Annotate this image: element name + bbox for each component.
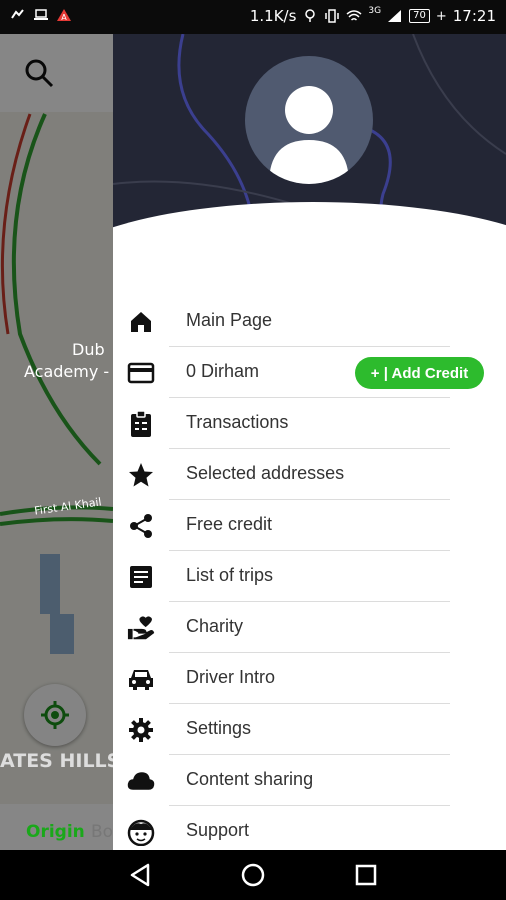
- charging-icon: +: [435, 8, 447, 24]
- menu-item-selected-addresses[interactable]: Selected addresses: [113, 449, 506, 500]
- star-icon: [127, 461, 155, 489]
- menu-item-transactions[interactable]: Transactions: [113, 398, 506, 449]
- menu-item-label: Free credit: [186, 514, 273, 534]
- gear-icon: [127, 716, 155, 744]
- laptop-icon: [34, 9, 48, 20]
- menu-item-main-page[interactable]: Main Page: [113, 296, 506, 347]
- drawer-header: amiir: [113, 34, 506, 266]
- menu-item-label: Charity: [186, 616, 244, 636]
- menu-item-label: Settings: [186, 718, 252, 738]
- system-nav-bar: [0, 850, 506, 900]
- drawer-menu: Main Page 0 Dirham + | Add Credit Transa…: [113, 296, 506, 850]
- battery-indicator: 70: [409, 9, 430, 23]
- menu-item-label: Content sharing: [186, 769, 314, 789]
- search-icon[interactable]: [22, 56, 56, 90]
- recents-icon[interactable]: [353, 862, 379, 888]
- menu-item-free-credit[interactable]: Free credit: [113, 500, 506, 551]
- destination-tab[interactable]: Bo: [91, 822, 113, 842]
- map-label: Academy -: [24, 362, 110, 381]
- menu-item-content-sharing[interactable]: Content sharing: [113, 755, 506, 806]
- menu-item-label: Selected addresses: [186, 463, 345, 483]
- signal-icon: [388, 10, 402, 22]
- home-button-icon[interactable]: [240, 862, 266, 888]
- svg-text:A: A: [61, 13, 67, 22]
- crosshair-icon: [41, 701, 69, 729]
- add-credit-button[interactable]: + | Add Credit: [355, 357, 484, 389]
- avatar[interactable]: [245, 56, 373, 184]
- wifi-icon: [346, 10, 362, 21]
- network-type: 3G: [368, 6, 382, 16]
- navigation-drawer: amiir Main Page 0 Dirham + | Add Credit …: [113, 34, 506, 850]
- menu-item-charity[interactable]: Charity: [113, 602, 506, 653]
- menu-item-driver-intro[interactable]: Driver Intro: [113, 653, 506, 704]
- usb-icon: [11, 9, 24, 19]
- network-speed: 1.1K/s: [249, 7, 297, 25]
- map-label: ATES HILLS: [0, 750, 121, 772]
- cloud-icon: [127, 767, 155, 795]
- credit-card-icon: [127, 359, 155, 387]
- clock: 17:21: [452, 7, 496, 25]
- menu-item-label: Support: [186, 820, 250, 840]
- menu-item-settings[interactable]: Settings: [113, 704, 506, 755]
- location-icon: [305, 9, 316, 22]
- menu-item-list-of-trips[interactable]: List of trips: [113, 551, 506, 602]
- map-label: Dub: [72, 340, 105, 359]
- clipboard-icon: [127, 410, 155, 438]
- my-location-button[interactable]: [24, 684, 86, 746]
- menu-item-label: List of trips: [186, 565, 274, 585]
- menu-item-balance[interactable]: 0 Dirham + | Add Credit: [113, 347, 506, 398]
- user-icon: [269, 86, 349, 184]
- support-icon: [127, 818, 155, 846]
- list-icon: [127, 563, 155, 591]
- status-bar: A 1.1K/s 3G 70 + 17:21: [0, 0, 506, 34]
- car-icon: [127, 665, 155, 693]
- app-notification-icon: A: [57, 9, 71, 22]
- origin-tab[interactable]: Origin: [26, 822, 85, 842]
- menu-item-support[interactable]: Support: [113, 806, 506, 850]
- menu-item-label: Main Page: [186, 310, 273, 330]
- back-icon[interactable]: [128, 862, 154, 888]
- menu-item-label: Driver Intro: [186, 667, 276, 687]
- vibrate-icon: [325, 9, 340, 23]
- home-icon: [127, 308, 155, 336]
- menu-item-label: Transactions: [186, 412, 289, 432]
- share-icon: [127, 512, 155, 540]
- charity-icon: [127, 614, 155, 642]
- balance-label: 0 Dirham: [186, 361, 260, 381]
